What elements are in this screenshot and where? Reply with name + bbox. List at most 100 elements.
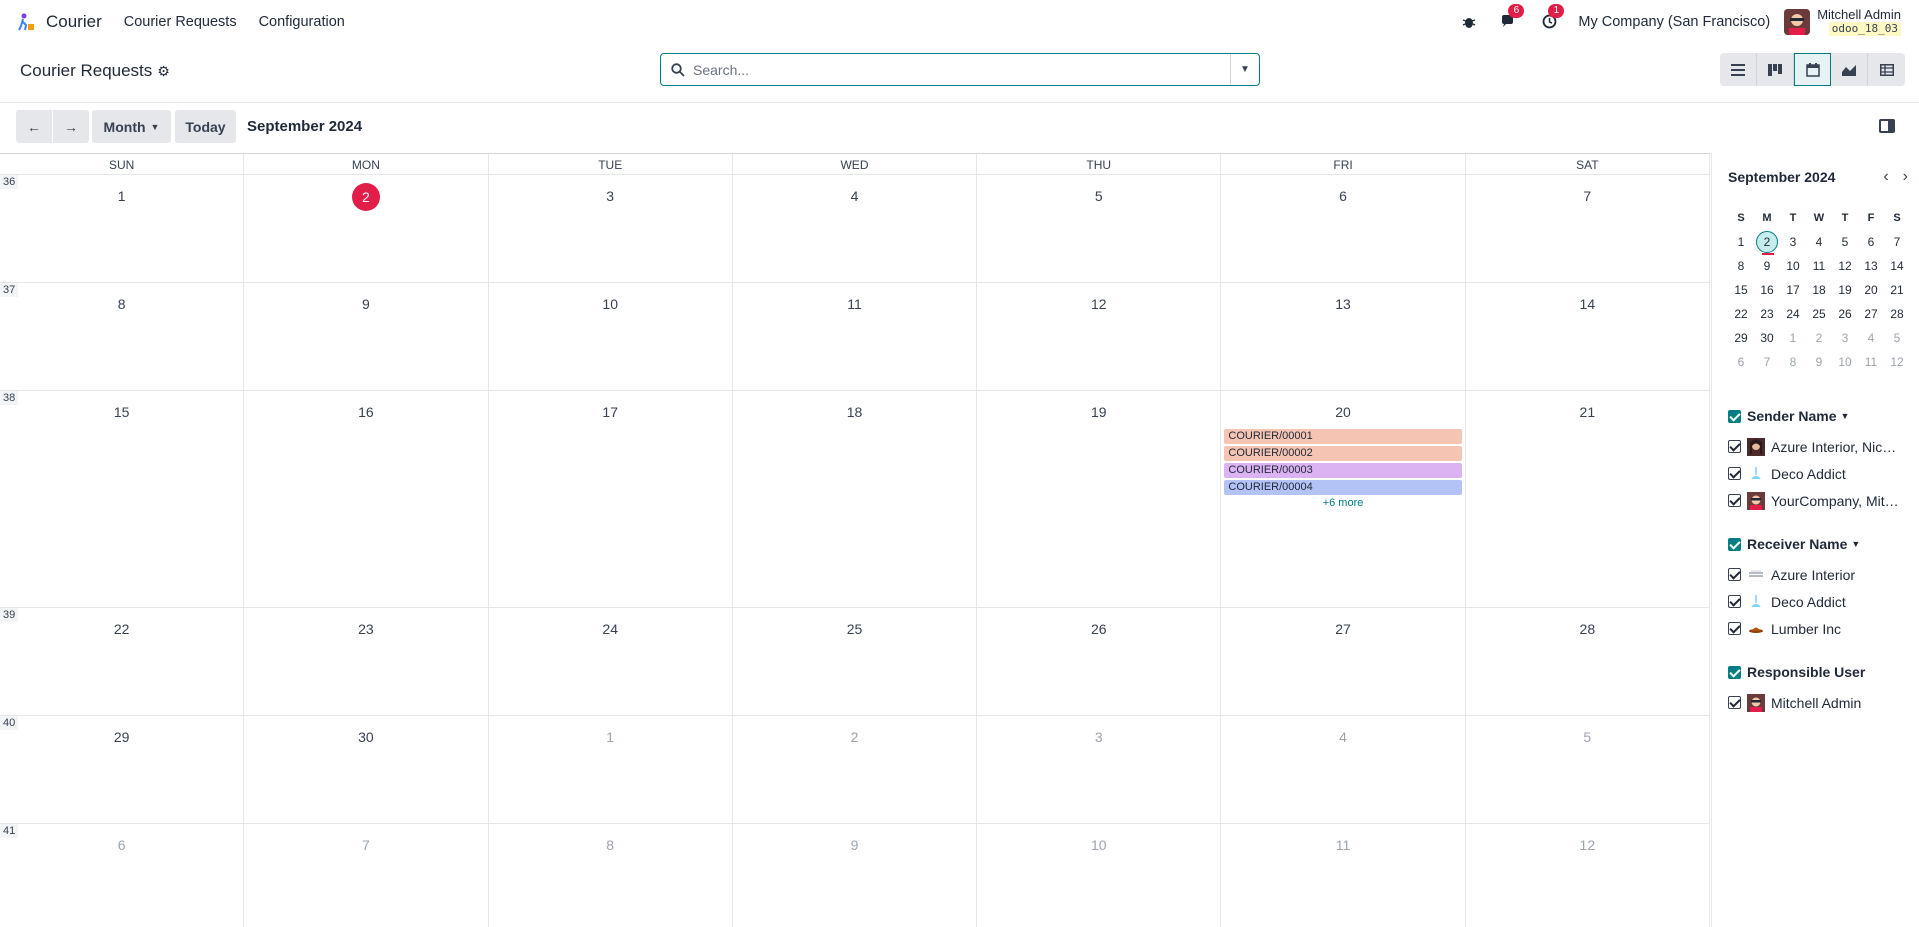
day-cell[interactable]: 18 [733,391,978,607]
day-cell[interactable]: 7 [1466,175,1710,282]
filter-item[interactable]: Azure Interior [1728,561,1913,588]
day-cell[interactable]: 11 [1221,824,1466,927]
day-cell[interactable]: 24 [489,608,733,715]
filter-section-header[interactable]: Receiver Name ▼ [1728,533,1913,555]
day-cell[interactable]: 3 [489,175,733,282]
day-cell[interactable]: 27 [1221,608,1466,715]
mini-day[interactable]: 25 [1806,307,1832,321]
mini-day[interactable]: 4 [1806,235,1832,249]
mini-day[interactable]: 17 [1780,283,1806,297]
graph-view-button[interactable] [1831,53,1868,86]
filter-all-checkbox[interactable] [1728,537,1741,551]
day-cell[interactable]: 15 [0,391,245,607]
mini-day[interactable]: 12 [1832,259,1858,273]
mini-day[interactable]: 24 [1780,307,1806,321]
bug-icon[interactable] [1458,11,1480,33]
day-cell[interactable]: 17 [489,391,733,607]
day-cell[interactable]: 5 [1466,716,1710,823]
filter-item[interactable]: YourCompany, Mitchell Admin [1728,487,1913,514]
menu-courier-requests[interactable]: Courier Requests [124,14,237,30]
list-view-button[interactable] [1720,53,1757,86]
mini-day[interactable]: 11 [1858,355,1884,369]
day-cell[interactable]: 2 [244,175,489,282]
mini-day[interactable]: 22 [1728,307,1754,321]
day-cell[interactable]: 8 [0,283,245,390]
day-cell[interactable]: 1 [489,716,733,823]
filter-item[interactable]: Mitchell Admin [1728,689,1913,716]
filter-item[interactable]: Lumber Inc [1728,615,1913,642]
calendar-event[interactable]: COURIER/00003 [1224,463,1462,478]
filter-checkbox[interactable] [1728,696,1741,709]
day-cell[interactable]: 1 [0,175,245,282]
day-cell[interactable]: 10 [977,824,1222,927]
mini-day[interactable]: 14 [1884,259,1910,273]
mini-day[interactable]: 9 [1806,355,1832,369]
search-options-toggle[interactable]: ▼ [1230,54,1259,85]
app-name[interactable]: Courier [46,12,102,32]
mini-day[interactable]: 4 [1858,331,1884,345]
mini-day[interactable]: 13 [1858,259,1884,273]
day-cell[interactable]: 22 [0,608,245,715]
scale-dropdown[interactable]: Month ▼ [92,110,171,143]
mini-day[interactable]: 5 [1884,331,1910,345]
mini-day[interactable]: 26 [1832,307,1858,321]
calendar-event[interactable]: COURIER/00002 [1224,446,1462,461]
mini-day[interactable]: 9 [1754,259,1780,273]
mini-day[interactable]: 2 [1806,331,1832,345]
chat-icon[interactable]: 6 [1498,3,1525,33]
user-avatar[interactable] [1784,8,1811,35]
activity-clock-icon[interactable]: 1 [1538,3,1565,33]
mini-day[interactable]: 23 [1754,307,1780,321]
mini-day[interactable]: 12 [1884,355,1910,369]
filter-all-checkbox[interactable] [1728,409,1741,423]
day-cell[interactable]: 7 [244,824,489,927]
day-cell[interactable]: 4 [1221,716,1466,823]
mini-day[interactable]: 6 [1728,355,1754,369]
day-cell[interactable]: 4 [733,175,978,282]
mini-day[interactable]: 21 [1884,283,1910,297]
filter-checkbox[interactable] [1728,622,1741,635]
day-cell[interactable]: 6 [0,824,245,927]
app-logo-icon[interactable] [16,12,36,32]
day-cell[interactable]: 2 [733,716,978,823]
calendar-view-button[interactable] [1794,53,1831,86]
mini-day[interactable]: 1 [1780,331,1806,345]
day-cell[interactable]: 10 [489,283,733,390]
filter-checkbox[interactable] [1728,467,1741,480]
pivot-view-button[interactable] [1868,53,1905,86]
filter-all-checkbox[interactable] [1728,665,1741,679]
mini-day[interactable]: 30 [1754,331,1780,345]
mini-day[interactable]: 3 [1832,331,1858,345]
day-cell[interactable]: 16 [244,391,489,607]
mini-day[interactable]: 7 [1884,235,1910,249]
mini-day[interactable]: 27 [1858,307,1884,321]
day-cell[interactable]: 13 [1221,283,1466,390]
mini-day[interactable]: 11 [1806,259,1832,273]
day-cell[interactable]: 30 [244,716,489,823]
day-cell[interactable]: 3 [977,716,1222,823]
filter-checkbox[interactable] [1728,595,1741,608]
mini-day[interactable]: 8 [1780,355,1806,369]
mini-day[interactable]: 16 [1754,283,1780,297]
day-cell[interactable]: 5 [977,175,1222,282]
mini-day[interactable]: 1 [1728,235,1754,249]
day-cell[interactable]: 12 [1466,824,1710,927]
filter-checkbox[interactable] [1728,440,1741,453]
day-cell[interactable]: 11 [733,283,978,390]
mini-day[interactable]: 7 [1754,355,1780,369]
user-menu[interactable]: Mitchell Admin odoo_18_03 [1817,7,1901,36]
chevron-left-icon[interactable]: ‹ [1883,168,1888,186]
day-cell[interactable]: 12 [977,283,1222,390]
mini-day[interactable]: 8 [1728,259,1754,273]
filter-item[interactable]: Azure Interior, Nicole Ford [1728,433,1913,460]
day-cell[interactable]: 6 [1221,175,1466,282]
mini-day[interactable]: 3 [1780,235,1806,249]
mini-day[interactable]: 28 [1884,307,1910,321]
mini-day[interactable]: 29 [1728,331,1754,345]
mini-day[interactable]: 5 [1832,235,1858,249]
mini-day[interactable]: 19 [1832,283,1858,297]
calendar-event[interactable]: COURIER/00004 [1224,480,1462,495]
filter-checkbox[interactable] [1728,494,1741,507]
previous-button[interactable]: ← [16,110,52,143]
chevron-right-icon[interactable]: › [1903,168,1908,186]
